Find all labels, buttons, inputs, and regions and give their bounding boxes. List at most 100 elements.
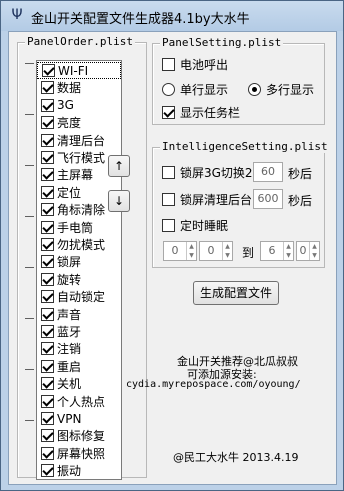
- single-row-radio-row[interactable]: 单行显示: [162, 81, 228, 98]
- panel-order-list[interactable]: WI-FI 数据 3G 亮度 清理后台 飞行模式 主屏幕 定位 角标清除 手电筒 勿扰模式 锁屏 旋转自…: [36, 60, 122, 480]
- item-checkbox[interactable]: [41, 342, 54, 356]
- item-checkbox[interactable]: [41, 255, 54, 269]
- lock-3g-seconds-input[interactable]: 60: [253, 162, 283, 182]
- list-item[interactable]: 屏幕快照: [37, 445, 121, 462]
- single-row-label: 单行显示: [180, 83, 229, 97]
- multi-row-radio-row[interactable]: 多行显示: [248, 81, 314, 98]
- timed-sleep-checkbox[interactable]: [162, 219, 175, 232]
- item-checkbox[interactable]: [41, 220, 54, 234]
- item-checkbox[interactable]: [41, 81, 54, 95]
- taskbar-checkbox-row[interactable]: 显示任务栏: [162, 104, 240, 121]
- spin-down-icon[interactable]: ▼: [310, 251, 319, 260]
- list-item[interactable]: 个人热点: [37, 393, 121, 410]
- spin-down-icon[interactable]: ▼: [284, 251, 293, 260]
- to-minute-spinner[interactable]: 0 ▲ ▼: [296, 241, 320, 261]
- item-checkbox[interactable]: [41, 307, 54, 321]
- item-checkbox[interactable]: [41, 203, 54, 217]
- lock-clean-checkbox[interactable]: [162, 193, 175, 206]
- taskbar-checkbox[interactable]: [162, 106, 175, 119]
- list-item[interactable]: 自动锁定: [37, 288, 121, 305]
- item-checkbox[interactable]: [41, 325, 54, 338]
- list-item[interactable]: 勿扰模式: [37, 236, 121, 253]
- lock-clean-seconds-input[interactable]: 600: [253, 189, 283, 209]
- client-area: PanelOrder.plist WI-FI 数据 3G 亮度 清理后台 飞行模式 主屏幕定…: [8, 31, 337, 485]
- lock-3g-row[interactable]: 锁屏3G切换2G: [162, 164, 262, 181]
- item-checkbox[interactable]: [41, 412, 54, 425]
- list-item[interactable]: 数据: [37, 79, 121, 96]
- item-checkbox[interactable]: [41, 238, 54, 251]
- list-item[interactable]: 关机: [37, 375, 121, 392]
- tick-mark: [25, 369, 34, 370]
- lock-3g-checkbox[interactable]: [162, 166, 175, 179]
- panel-setting-group: PanelSetting.plist 电池呼出 单行显示 多行显示 显示任务栏: [152, 36, 325, 125]
- item-label: WI-FI: [58, 63, 89, 78]
- spin-up-icon[interactable]: ▲: [187, 242, 196, 251]
- list-item[interactable]: 亮度: [37, 114, 121, 131]
- spin-down-icon[interactable]: ▼: [223, 251, 232, 260]
- list-item[interactable]: 声音: [37, 306, 121, 323]
- battery-checkbox[interactable]: [162, 58, 175, 71]
- item-checkbox[interactable]: [41, 116, 54, 130]
- to-minute-arrows[interactable]: ▲ ▼: [309, 242, 319, 260]
- list-item[interactable]: 手电筒: [37, 219, 121, 236]
- spin-up-icon[interactable]: ▲: [284, 242, 293, 251]
- single-row-radio[interactable]: [162, 83, 175, 96]
- lock-clean-row[interactable]: 锁屏清理后台: [162, 191, 252, 208]
- generate-config-button[interactable]: 生成配置文件: [193, 281, 279, 305]
- list-item[interactable]: 重启: [37, 358, 121, 375]
- credit-text: @民工大水牛 2013.4.19: [173, 451, 299, 464]
- tick-mark: [25, 420, 34, 421]
- list-item[interactable]: 清理后台: [37, 132, 121, 149]
- item-checkbox[interactable]: [41, 98, 54, 112]
- tick-mark: [25, 216, 34, 217]
- item-checkbox[interactable]: [41, 446, 54, 460]
- list-item[interactable]: 旋转: [37, 271, 121, 288]
- to-hour-spinner[interactable]: 6 ▲ ▼: [260, 241, 294, 261]
- item-checkbox[interactable]: [41, 185, 54, 199]
- spin-down-icon[interactable]: ▼: [187, 251, 196, 260]
- lock-3g-label: 锁屏3G切换2G: [180, 166, 262, 180]
- title-bar[interactable]: Ψ 金山开关配置文件生成器4.1by大水牛: [1, 1, 343, 31]
- timed-sleep-row[interactable]: 定时睡眠: [162, 217, 228, 234]
- list-item[interactable]: VPN: [37, 410, 121, 427]
- multi-row-radio[interactable]: [248, 83, 261, 96]
- move-down-button[interactable]: ↓: [108, 190, 130, 212]
- item-label: 定位: [57, 185, 82, 200]
- to-hour-arrows[interactable]: ▲ ▼: [283, 242, 293, 260]
- item-checkbox[interactable]: [42, 64, 55, 77]
- item-checkbox[interactable]: [41, 377, 54, 391]
- item-checkbox[interactable]: [41, 394, 54, 408]
- item-checkbox[interactable]: [41, 464, 54, 478]
- spin-up-icon[interactable]: ▲: [223, 242, 232, 251]
- item-label: 图标修复: [57, 429, 106, 444]
- list-item[interactable]: 振动: [37, 462, 121, 479]
- app-window: Ψ 金山开关配置文件生成器4.1by大水牛 PanelOrder.plist W…: [0, 0, 344, 491]
- list-item[interactable]: 锁屏: [37, 253, 121, 270]
- move-up-button[interactable]: ↑: [108, 155, 130, 177]
- item-checkbox[interactable]: [41, 290, 54, 304]
- list-item[interactable]: WI-FI: [37, 62, 121, 79]
- source-url-text: cydia.myrepospace.com/oyoung/: [126, 379, 301, 390]
- tick-mark: [25, 165, 34, 166]
- item-label: 关机: [57, 377, 82, 392]
- list-item[interactable]: 图标修复: [37, 427, 121, 444]
- item-checkbox[interactable]: [41, 272, 54, 286]
- from-hour-spinner[interactable]: 0 ▲ ▼: [163, 241, 197, 261]
- item-checkbox[interactable]: [41, 168, 54, 182]
- list-item[interactable]: 3G: [37, 97, 121, 114]
- from-minute-spinner[interactable]: 0 ▲ ▼: [199, 241, 233, 261]
- list-item[interactable]: 蓝牙: [37, 323, 121, 340]
- item-checkbox[interactable]: [41, 133, 54, 147]
- spin-up-icon[interactable]: ▲: [310, 242, 319, 251]
- item-label: 振动: [57, 464, 82, 479]
- list-item[interactable]: 注销: [37, 340, 121, 357]
- from-minute-arrows[interactable]: ▲ ▼: [222, 242, 232, 260]
- battery-checkbox-row[interactable]: 电池呼出: [162, 56, 228, 73]
- item-checkbox[interactable]: [41, 151, 54, 164]
- intelligence-setting-title: IntelligenceSetting.plist: [160, 140, 330, 153]
- item-checkbox[interactable]: [41, 359, 54, 373]
- timed-sleep-label: 定时睡眠: [180, 219, 229, 233]
- from-hour-arrows[interactable]: ▲ ▼: [186, 242, 196, 260]
- battery-label: 电池呼出: [180, 58, 229, 72]
- item-checkbox[interactable]: [41, 429, 54, 443]
